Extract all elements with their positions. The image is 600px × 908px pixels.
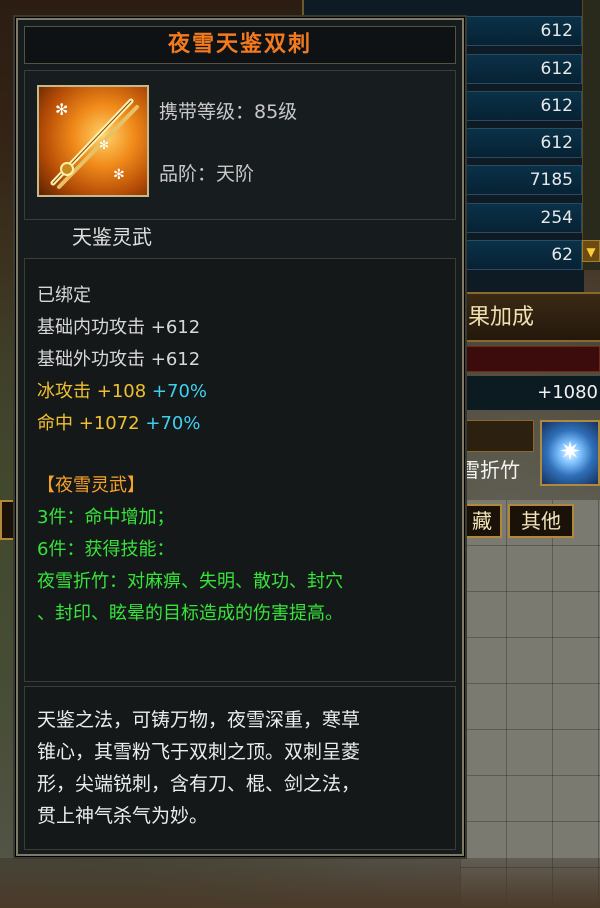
set-name: 【夜雪灵武】: [37, 475, 145, 496]
item-grade: 品阶：天阶: [159, 163, 255, 185]
ice-skill-icon[interactable]: ✷: [540, 420, 600, 486]
set-skill-desc: 夜雪折竹：对麻痹、失明、散功、封穴: [37, 571, 343, 592]
set-bonus-6: 6件：获得技能：: [37, 539, 175, 560]
item-header: ✻ ✻ ✻ 携带等级：85级 品阶：天阶: [24, 70, 456, 220]
skill-name: 雪折竹: [460, 458, 520, 482]
scroll-down-arrow-icon[interactable]: ▼: [582, 240, 600, 262]
item-tooltip: 夜雪天鉴双刺 ✻ ✻ ✻ 携带等级：85级 品阶：天阶 天鉴灵武 已绑定 基础内…: [16, 18, 464, 856]
stat-line: 基础外功攻击 +612: [37, 349, 201, 370]
lore-line: 形，尖端锐刺，含有刀、棍、剑之法，: [37, 773, 361, 795]
attribute-scrollbar[interactable]: [582, 0, 600, 270]
item-title: 夜雪天鉴双刺: [24, 26, 456, 64]
effect-bonus-header: 果加成: [462, 292, 600, 342]
twin-daggers-icon: ✻ ✻ ✻: [37, 85, 149, 197]
stone-floor: [460, 500, 600, 908]
lore-line: 贯上神气杀气为妙。: [37, 805, 209, 827]
set-skill-desc-cont: 、封印、眩晕的目标造成的伤害提高。: [37, 603, 343, 624]
effect-bar: [462, 346, 600, 372]
item-attributes: 已绑定 基础内功攻击 +612 基础外功攻击 +612 冰攻击 +108 +70…: [24, 258, 456, 682]
svg-text:✻: ✻: [113, 167, 125, 183]
item-type: 天鉴灵武: [72, 225, 152, 249]
svg-text:✻: ✻: [55, 100, 68, 119]
svg-text:✻: ✻: [99, 138, 109, 152]
tab-collection[interactable]: 藏: [462, 504, 502, 538]
set-bonus-3: 3件：命中增加；: [37, 507, 175, 528]
stat-line: 基础内功攻击 +612: [37, 317, 201, 338]
effect-value: +1080: [462, 376, 600, 410]
carry-level: 携带等级：85级: [159, 101, 298, 123]
skill-slot-box: [462, 420, 534, 452]
bonus-line: 冰攻击 +108 +70%: [37, 381, 208, 402]
bottom-chat-strip: [0, 858, 600, 908]
bound-status: 已绑定: [37, 285, 91, 306]
lore-line: 锥心，其雪粉飞于双刺之顶。双刺呈菱: [37, 741, 361, 763]
lore-line: 天鉴之法，可铸万物，夜雪深重，寒草: [37, 709, 361, 731]
item-lore: 天鉴之法，可铸万物，夜雪深重，寒草 锥心，其雪粉飞于双刺之顶。双刺呈菱 形，尖端…: [24, 686, 456, 850]
tab-other[interactable]: 其他: [508, 504, 574, 538]
bonus-line: 命中 +1072 +70%: [37, 413, 201, 434]
